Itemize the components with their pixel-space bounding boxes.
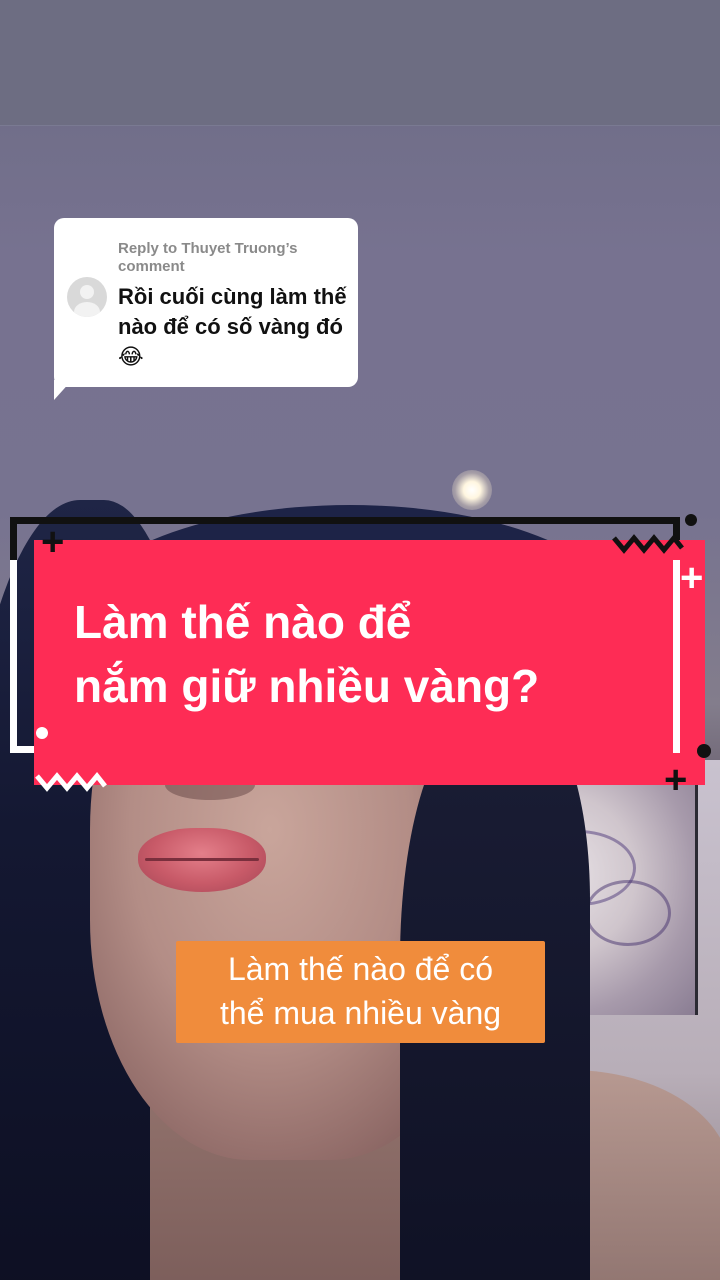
ceiling-light	[452, 470, 492, 510]
background-top-band	[0, 0, 720, 126]
dot-decoration-icon	[697, 744, 711, 758]
avatar-body	[74, 302, 100, 317]
caption-line-1: Làm thế nào để có	[227, 951, 494, 987]
avatar-placeholder-icon[interactable]	[67, 277, 107, 317]
banner-title: Làm thế nào để nắm giữ nhiều vàng?	[74, 590, 674, 718]
reply-comment-text: Rồi cuối cùng làm thế nào để có số vàng …	[118, 284, 347, 369]
avatar-head	[80, 285, 94, 299]
plus-decoration-icon: +	[41, 520, 65, 564]
plus-decoration-icon: +	[680, 556, 704, 600]
dot-decoration-icon	[36, 727, 48, 739]
reply-heading: Reply to Thuyet Truong’s comment	[118, 240, 298, 275]
person-lip-line	[145, 858, 259, 861]
zigzag-decoration-icon	[35, 772, 107, 792]
banner-title-line-1: Làm thế nào để	[74, 596, 412, 648]
dot-decoration-icon	[685, 514, 697, 526]
painting-detail	[585, 880, 671, 946]
banner-frame-left-edge	[10, 560, 17, 753]
caption-line-2: thể mua nhiều vàng	[219, 995, 502, 1031]
banner-title-line-2: nắm giữ nhiều vàng?	[74, 660, 540, 712]
plus-decoration-icon: +	[664, 758, 688, 802]
caption-text: Làm thế nào để có thể mua nhiều vàng	[176, 947, 545, 1035]
banner-frame-right-edge	[673, 560, 680, 753]
reply-sticker-tail	[54, 380, 72, 400]
zigzag-decoration-icon	[612, 534, 684, 554]
